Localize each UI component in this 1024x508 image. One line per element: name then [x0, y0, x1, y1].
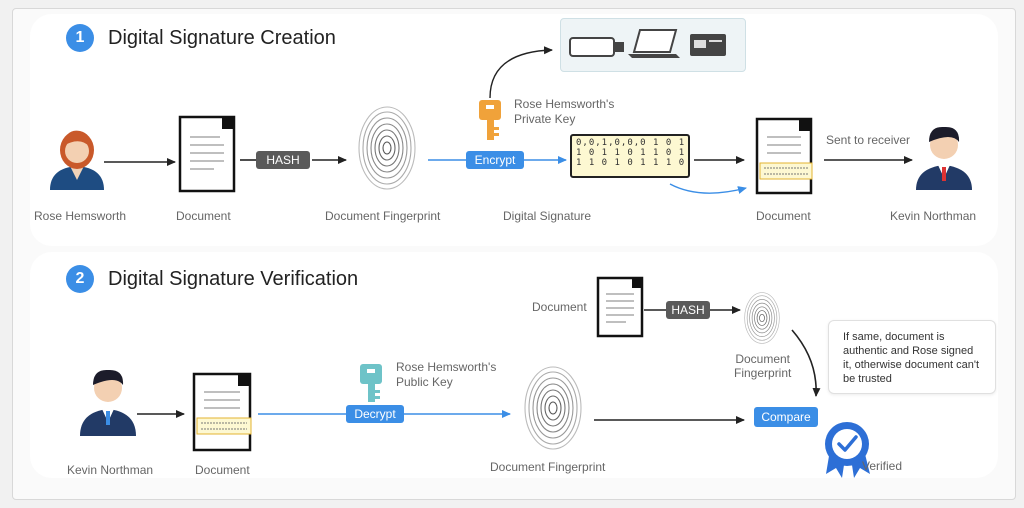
comparison-note-text: If same, document is authentic and Rose … [843, 331, 980, 385]
fingerprint-label: Document Fingerprint [325, 209, 441, 223]
usb-drive-icon [569, 37, 624, 57]
hashed-fingerprint-label: Document Fingerprint [734, 352, 792, 380]
sent-to-receiver-label: Sent to receiver [826, 133, 911, 147]
smart-card-icon [690, 34, 726, 56]
decrypted-fingerprint-label: Document Fingerprint [490, 460, 606, 474]
verifier-avatar-icon [80, 369, 136, 436]
original-document-label: Document [532, 300, 587, 314]
signed-document-label: Document [756, 209, 811, 223]
private-key-label: Rose Hemsworth's Private Key [514, 97, 615, 126]
document-label: Document [176, 209, 231, 223]
public-key-label: Rose Hemsworth's Public Key [396, 360, 497, 389]
receiver-avatar-icon [916, 126, 972, 190]
hash-step-pill: HASH [256, 151, 310, 169]
public-key-icon [360, 364, 382, 402]
receiver-label: Kevin Northman [890, 209, 977, 223]
sender-label: Rose Hemsworth [34, 209, 127, 223]
original-document-icon [596, 276, 644, 338]
hashed-fingerprint-icon [744, 292, 780, 344]
verified-label: Verified [862, 459, 903, 473]
arrow-signature-attach [669, 183, 747, 194]
fingerprint-icon [358, 106, 416, 190]
encrypt-step-pill: Encrypt [466, 151, 524, 169]
arrow-key-to-devices [489, 46, 553, 99]
signed-document-icon [755, 117, 813, 195]
laptop-icon [628, 29, 680, 58]
received-document-icon [192, 372, 252, 452]
hash-step-pill-2: HASH [666, 301, 710, 319]
sender-avatar-icon [50, 130, 104, 190]
received-document-label: Document [195, 463, 250, 477]
diagram-graphics [50, 29, 972, 478]
private-key-icon [479, 100, 501, 140]
compare-step-pill: Compare [754, 407, 818, 427]
digital-signature-label: Digital Signature [503, 209, 592, 223]
document-icon [178, 115, 236, 193]
comparison-note: If same, document is authentic and Rose … [828, 320, 996, 394]
arrow-fingerprint-to-compare-2 [791, 329, 821, 397]
verifier-label: Kevin Northman [67, 463, 154, 477]
decrypt-step-pill: Decrypt [346, 405, 404, 423]
decrypted-fingerprint-icon [524, 366, 582, 450]
